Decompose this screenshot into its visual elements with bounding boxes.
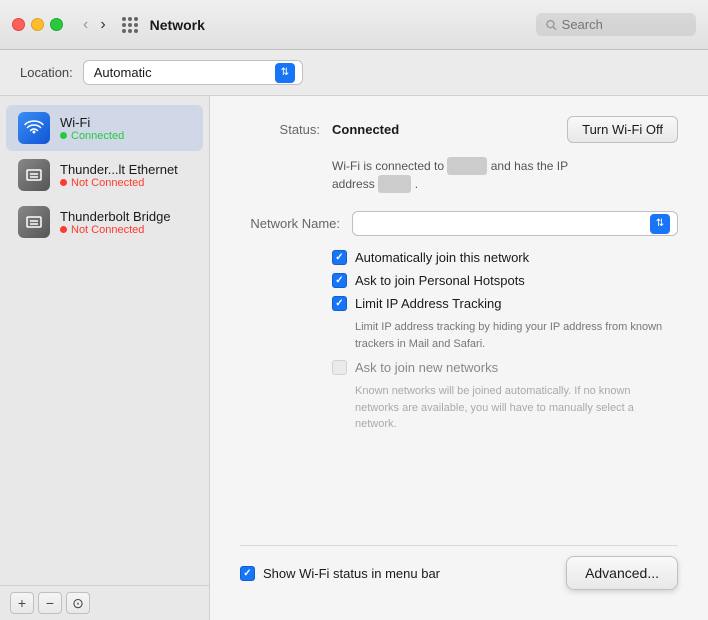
minimize-button[interactable] [31,18,44,31]
maximize-button[interactable] [50,18,63,31]
location-select-wrapper: Automatic ⇅ [83,60,303,85]
sidebar-list: Wi-Fi Connected Thunder. [0,96,209,585]
info-pre: Wi-Fi is connected to [332,159,447,173]
auto-join-row: ✓ Automatically join this network [332,250,678,265]
turn-wifi-off-button[interactable]: Turn Wi-Fi Off [567,116,678,143]
forward-button[interactable]: › [96,15,109,35]
personal-hotspot-label: Ask to join Personal Hotspots [355,273,525,288]
info-period: . [415,177,418,191]
location-select[interactable]: Automatic [83,60,303,85]
wifi-status-text: Connected [71,130,124,142]
ssid-blurred [447,157,487,175]
sidebar-wifi-status: Connected [60,130,124,142]
add-network-button[interactable]: + [10,592,34,614]
ask-new-networks-checkbox[interactable] [332,360,347,375]
info-mid: and has the IP [491,159,568,173]
personal-hotspot-row: ✓ Ask to join Personal Hotspots [332,273,678,288]
status-label: Status: [240,122,320,137]
show-menu-bar-checkbox[interactable]: ✓ [240,566,255,581]
search-icon [546,19,557,31]
show-menu-bar-label: Show Wi-Fi status in menu bar [263,566,440,581]
status-row: Status: Connected Turn Wi-Fi Off [240,116,678,143]
limit-ip-checkbox[interactable]: ✓ [332,296,347,311]
sidebar-eth-status: Not Connected [60,177,178,189]
limit-ip-sublabel: Limit IP address tracking by hiding your… [355,319,675,352]
sidebar-item-info-bridge: Thunderbolt Bridge Not Connected [60,209,171,236]
eth-network-icon [18,159,50,191]
limit-ip-row: ✓ Limit IP Address Tracking [332,296,678,311]
checkbox-section: ✓ Automatically join this network ✓ Ask … [332,250,678,433]
network-name-select-wrapper: ⇅ [352,211,678,236]
eth-status-dot [60,179,67,186]
auto-join-checkmark: ✓ [335,252,343,263]
search-input[interactable] [562,17,686,32]
sidebar-item-info-wifi: Wi-Fi Connected [60,115,124,142]
sidebar-item-info-eth: Thunder...lt Ethernet Not Connected [60,162,178,189]
bridge-status-dot [60,226,67,233]
search-box[interactable] [536,13,696,36]
sidebar-wifi-name: Wi-Fi [60,115,124,130]
ask-new-networks-row: Ask to join new networks [332,360,678,375]
ask-new-networks-label: Ask to join new networks [355,360,498,375]
wifi-info-text: Wi-Fi is connected to and has the IP add… [332,157,678,193]
close-button[interactable] [12,18,25,31]
sidebar: Wi-Fi Connected Thunder. [0,96,210,620]
auto-join-checkbox[interactable]: ✓ [332,250,347,265]
traffic-lights [12,18,63,31]
remove-network-button[interactable]: − [38,592,62,614]
right-panel: Status: Connected Turn Wi-Fi Off Wi-Fi i… [210,96,708,620]
window-title: Network [150,17,528,33]
network-name-row: Network Name: ⇅ [240,211,678,236]
titlebar: ‹ › Network [0,0,708,50]
sidebar-bridge-status: Not Connected [60,224,171,236]
info-address: address [332,177,378,191]
sidebar-item-bridge[interactable]: Thunderbolt Bridge Not Connected [6,199,203,245]
bottom-bar: ✓ Show Wi-Fi status in menu bar Advanced… [240,545,678,600]
personal-hotspot-checkbox[interactable]: ✓ [332,273,347,288]
location-label: Location: [20,65,73,80]
network-actions-button[interactable]: ⊙ [66,592,90,614]
bridge-network-icon [18,206,50,238]
back-button[interactable]: ‹ [79,15,92,35]
bottom-left: ✓ Show Wi-Fi status in menu bar [240,566,440,581]
ip-blurred [378,175,411,193]
sidebar-bridge-name: Thunderbolt Bridge [60,209,171,224]
main-content: Wi-Fi Connected Thunder. [0,96,708,620]
wifi-network-icon [18,112,50,144]
personal-hotspot-checkmark: ✓ [335,275,343,286]
limit-ip-checkmark: ✓ [335,298,343,309]
sidebar-eth-name: Thunder...lt Ethernet [60,162,178,177]
apps-grid-icon[interactable] [122,17,138,33]
auto-join-label: Automatically join this network [355,250,529,265]
eth-status-text: Not Connected [71,177,144,189]
status-value: Connected [332,122,399,137]
nav-buttons: ‹ › [79,15,110,35]
ask-new-networks-sublabel: Known networks will be joined automatica… [355,383,675,433]
advanced-button[interactable]: Advanced... [566,556,678,590]
sidebar-toolbar: + − ⊙ [0,585,209,620]
sidebar-item-eth[interactable]: Thunder...lt Ethernet Not Connected [6,152,203,198]
limit-ip-label: Limit IP Address Tracking [355,296,501,311]
network-name-select[interactable] [352,211,678,236]
show-menu-bar-checkmark: ✓ [243,568,251,579]
network-name-label: Network Name: [240,216,340,231]
sidebar-item-wifi[interactable]: Wi-Fi Connected [6,105,203,151]
wifi-status-dot [60,132,67,139]
location-bar: Location: Automatic ⇅ [0,50,708,96]
bridge-status-text: Not Connected [71,224,144,236]
